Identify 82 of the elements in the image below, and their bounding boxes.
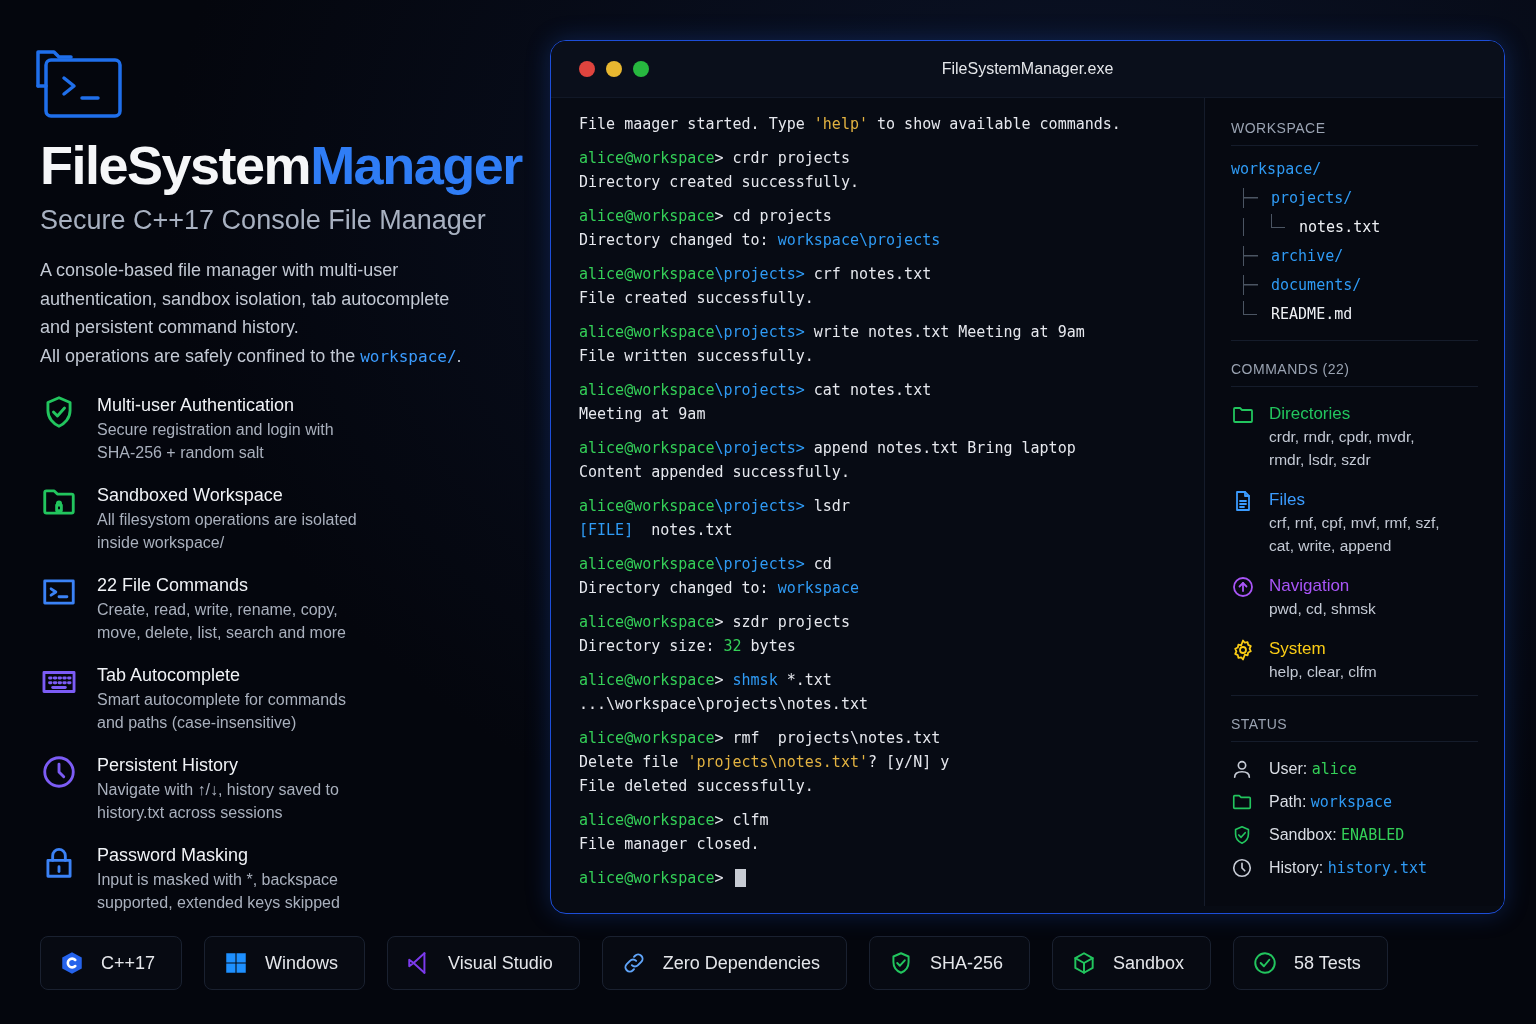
terminal-line: File maager started. Type 'help' to show available commands. xyxy=(579,114,1121,135)
maximize-button[interactable] xyxy=(633,61,649,77)
command-list: pwd, cd, shmsk xyxy=(1269,597,1447,620)
command-list: help, clear, clfm xyxy=(1269,660,1447,683)
terminal-line: alice@workspace> xyxy=(579,868,724,889)
command-group-title: Files xyxy=(1269,489,1306,511)
tech-badge: C++17 xyxy=(40,936,183,991)
terminal-line: [FILE] notes.txt xyxy=(579,520,733,541)
status-item: History: history.txt xyxy=(1269,859,1427,877)
tech-badge: Zero Dependencies xyxy=(601,936,847,991)
tech-badge: Windows xyxy=(204,936,366,991)
close-button[interactable] xyxy=(579,61,595,77)
feature-title: Persistent History xyxy=(97,754,240,778)
section-heading: STATUS xyxy=(1231,716,1478,742)
tree-connector xyxy=(1243,300,1257,315)
feature-description: Create, read, write, rename, copy, move, delete, list, search and more xyxy=(97,600,347,644)
terminal-line: File manager closed. xyxy=(579,834,760,855)
minimize-button[interactable] xyxy=(606,61,622,77)
terminal-line: alice@workspace> shmsk *.txt xyxy=(579,670,832,691)
terminal-line: Meeting at 9am xyxy=(579,404,706,425)
status-item: Path: workspace xyxy=(1269,793,1393,811)
tree-item[interactable]: documents/ xyxy=(1271,275,1362,294)
tech-badge: SHA-256 xyxy=(868,936,1030,991)
terminal-line: File created successfully. xyxy=(579,288,814,309)
terminal-line: alice@workspace\projects> write notes.txt Meeting at 9am xyxy=(579,322,1085,343)
feature-description: Navigate with ↑/↓, history saved to history.txt across sessions xyxy=(97,780,340,824)
terminal-line: alice@workspace\projects> crf notes.txt xyxy=(579,264,932,285)
terminal-line: alice@workspace\projects> lsdr xyxy=(579,496,850,517)
feature-title: Tab Autocomplete xyxy=(97,664,242,688)
section-heading: WORKSPACE xyxy=(1231,120,1478,146)
tree-item[interactable]: projects/ xyxy=(1271,188,1353,207)
feature-title: Password Masking xyxy=(97,844,250,868)
tree-item[interactable]: notes.txt xyxy=(1299,217,1381,236)
feature-title: Sandboxed Workspace xyxy=(97,484,284,508)
terminal-line: alice@workspace\projects> append notes.txt Bring laptop xyxy=(579,438,1076,459)
terminal-line: File written successfully. xyxy=(579,346,814,367)
tree-item[interactable]: archive/ xyxy=(1271,246,1344,265)
terminal-line: alice@workspace> crdr projects xyxy=(579,148,850,169)
check-circle-icon xyxy=(1252,950,1279,977)
description: A console-based file manager with multi-user authentication, sandbox isolation, tab autocomplete and persistent command history. xyxy=(40,259,451,340)
tree-item[interactable]: README.md xyxy=(1271,304,1353,323)
description-note: All operations are safely confined to the workspace/. xyxy=(40,344,463,368)
feature-description: Secure registration and login with SHA-256 + random salt xyxy=(97,420,335,464)
terminal-line: alice@workspace\projects> cd xyxy=(579,554,832,575)
tree-connector xyxy=(1271,213,1285,228)
cube-icon xyxy=(1071,950,1097,977)
user-icon xyxy=(1231,758,1253,780)
window-title: FileSystemManager.exe xyxy=(941,60,1114,78)
terminal-line: Content appended successfully. xyxy=(579,462,850,483)
command-group-title: System xyxy=(1269,638,1327,660)
section-heading: COMMANDS (22) xyxy=(1231,361,1478,387)
feature-title: 22 File Commands xyxy=(97,574,250,598)
terminal-line: Directory size: 32 bytes xyxy=(579,636,796,657)
terminal-line: alice@workspace\projects> cat notes.txt xyxy=(579,380,932,401)
terminal-line: Directory changed to: workspace\projects xyxy=(579,230,941,251)
status-item: User: alice xyxy=(1269,760,1357,778)
tech-badge: Visual Studio xyxy=(387,936,580,991)
app-title: FileSystemManager xyxy=(40,136,524,196)
terminal-line: alice@workspace> cd projects xyxy=(579,206,832,227)
terminal-line: alice@workspace> rmf projects\notes.txt xyxy=(579,728,941,749)
terminal-line: Directory created successfully. xyxy=(579,172,859,193)
clock-icon xyxy=(1231,857,1253,879)
terminal-line: alice@workspace> clfm xyxy=(579,810,769,831)
hexagon-icon xyxy=(59,950,85,977)
terminal-line: alice@workspace> szdr projects xyxy=(579,612,850,633)
tech-badge: Sandbox xyxy=(1052,936,1212,991)
terminal-line: ...\workspace\projects\notes.txt xyxy=(579,694,868,715)
terminal-line: Delete file 'projects\notes.txt'? [y/N] y xyxy=(579,752,950,773)
command-list: crf, rnf, cpf, mvf, rmf, szf, cat, write, append xyxy=(1269,511,1447,557)
feature-description: Input is masked with *, backspace supported, extended keys skipped xyxy=(97,870,341,914)
feature-title: Multi-user Authentication xyxy=(97,394,296,418)
tech-badge: 58 Tests xyxy=(1233,936,1388,991)
command-group-title: Directories xyxy=(1269,403,1352,425)
feature-description: Smart autocomplete for commands and paths (case-insensitive) xyxy=(97,690,347,734)
feature-description: All filesystom operations are isolated inside workspace/ xyxy=(97,510,358,554)
command-list: crdr, rndr, cpdr, mvdr, rmdr, lsdr, szdr xyxy=(1269,425,1447,471)
subtitle: Secure C++17 Console File Manager xyxy=(40,205,487,237)
tree-item[interactable]: workspace/ xyxy=(1231,159,1322,178)
terminal-line: File deleted successfully. xyxy=(579,776,814,797)
status-item: Sandbox: ENABLED xyxy=(1269,826,1405,844)
terminal-line: Directory changed to: workspace xyxy=(579,578,859,599)
command-group-title: Navigation xyxy=(1269,575,1351,597)
